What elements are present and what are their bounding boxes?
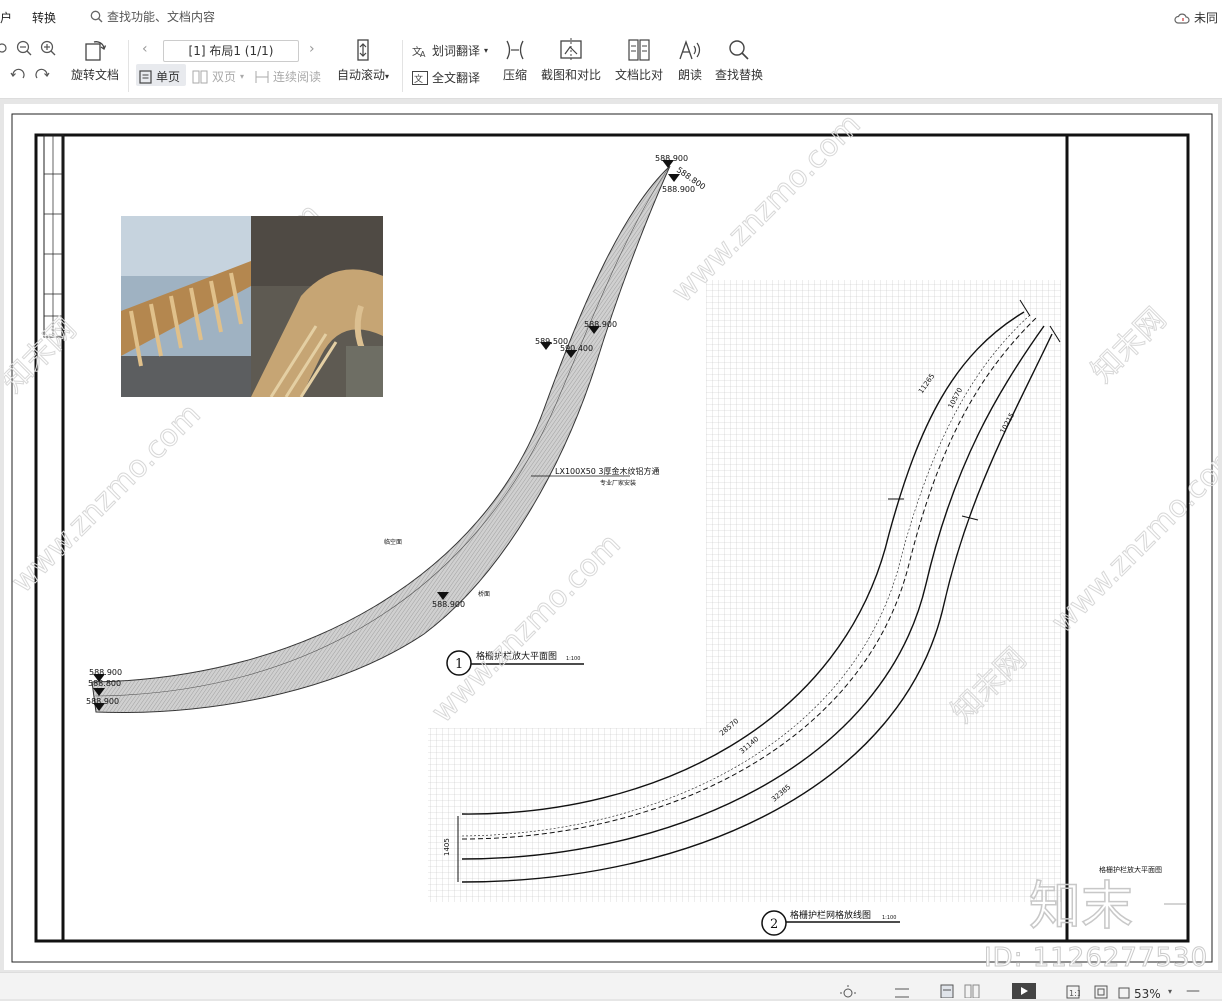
- feature-search[interactable]: 查找功能、文档内容: [90, 8, 215, 25]
- auto-scroll-label: 自动滚动: [336, 68, 385, 82]
- single-page-icon: [139, 69, 152, 84]
- full-translate-label: 全文翻译: [432, 71, 481, 85]
- rotate-right-icon[interactable]: [34, 68, 50, 82]
- rotate-document-label: 旋转文档: [70, 68, 119, 82]
- document-canvas[interactable]: 588.900 588.800 588.900 589.500 590.400 …: [4, 104, 1218, 970]
- fit-page-icon[interactable]: [1094, 985, 1108, 999]
- read-aloud-button[interactable]: 朗读: [675, 38, 705, 83]
- callout-subtext: 专业厂家安装: [600, 479, 636, 487]
- zoom-out-icon[interactable]: [16, 40, 34, 58]
- titleblock-name: 格栅护栏放大平面图: [1099, 865, 1162, 874]
- elev-left-1: 588.900: [89, 668, 122, 677]
- cloud-icon: [1174, 13, 1190, 24]
- revision-table: [43, 134, 64, 338]
- word-translate-label: 划词翻译: [432, 44, 481, 58]
- find-replace-label: 查找替换: [714, 68, 763, 82]
- compress-button[interactable]: 压缩: [500, 38, 530, 83]
- ribbon-toolbar: 旋转文档 ‹ [1] 布局1 (1/1) › 单页 双页 ▾ 连续阅读 自动滚动▾…: [0, 32, 1222, 99]
- page-layout-icon[interactable]: [894, 987, 910, 999]
- compress-icon: [506, 40, 524, 60]
- dim-1405: 1405: [443, 838, 451, 856]
- find-replace-icon: [729, 40, 749, 60]
- svg-text:www.znzmo.com: www.znzmo.com: [665, 107, 868, 310]
- zoom-out-left-icon[interactable]: [0, 42, 12, 56]
- prev-page-chevron-icon[interactable]: ‹: [142, 41, 148, 57]
- reference-photo: [121, 216, 383, 397]
- svg-text:www.znzmo.com: www.znzmo.com: [1045, 437, 1218, 640]
- continuous-read-icon: [255, 70, 269, 83]
- search-placeholder: 查找功能、文档内容: [107, 10, 216, 24]
- cloud-status-label: 未同: [1193, 11, 1218, 25]
- toolbar-divider: [402, 40, 403, 92]
- elev-mid-3: 588.900: [584, 320, 617, 329]
- play-slideshow-icon[interactable]: [1012, 983, 1036, 999]
- doc-compare-button[interactable]: 文档比对: [613, 38, 665, 83]
- title2-number: 2: [770, 917, 778, 932]
- svg-text:1:1: 1:1: [1069, 989, 1080, 998]
- zoom-dropdown-chevron-icon[interactable]: ▾: [1168, 987, 1172, 996]
- read-aloud-icon: [679, 40, 701, 60]
- brightness-icon[interactable]: [840, 985, 858, 999]
- menu-tab-fragment[interactable]: 户: [0, 9, 12, 26]
- rotate-document-icon: [85, 41, 107, 61]
- find-replace-button[interactable]: 查找替换: [714, 38, 764, 83]
- top-menu-bar: 户 转换 查找功能、文档内容 未同: [0, 0, 1222, 32]
- zoom-level[interactable]: 53%: [1134, 987, 1161, 1001]
- rotate-left-icon[interactable]: [10, 68, 26, 82]
- search-icon: [90, 10, 103, 23]
- title1-scale: 1:100: [566, 656, 580, 662]
- callout-text: LX100X50 3厚金木纹铝方通: [555, 466, 660, 476]
- page-indicator[interactable]: [1] 布局1 (1/1): [163, 40, 299, 62]
- auto-scroll-button[interactable]: 自动滚动▾: [334, 38, 392, 83]
- zoom-out-minus-icon[interactable]: —: [1186, 983, 1200, 999]
- double-page-button[interactable]: 双页 ▾: [192, 68, 244, 85]
- double-page-icon: [192, 70, 208, 83]
- svg-text:A: A: [420, 50, 426, 58]
- double-page-label: 双页: [212, 70, 237, 84]
- grid-region-upper: [706, 280, 1061, 902]
- svg-text:文: 文: [414, 73, 423, 85]
- screenshot-icon: [560, 38, 582, 62]
- translate-icon: 文A: [412, 45, 426, 58]
- single-page-label: 单页: [156, 70, 181, 84]
- doc-compare-label: 文档比对: [614, 68, 663, 82]
- auto-scroll-icon: [357, 39, 369, 61]
- toolbar-divider: [128, 40, 129, 92]
- single-view-icon[interactable]: [940, 984, 954, 998]
- label-deck: 桥面: [478, 590, 490, 598]
- svg-text:知末网: 知末网: [1085, 301, 1173, 389]
- full-translate-icon: 文: [412, 70, 428, 85]
- rotate-document-button[interactable]: 旋转文档: [70, 38, 120, 83]
- zoom-page-icon: [1118, 987, 1130, 999]
- elev-left-3: 588.900: [86, 697, 119, 706]
- elev-top-3: 588.900: [662, 185, 695, 194]
- cloud-sync-status[interactable]: 未同: [1174, 9, 1218, 26]
- word-translate-button[interactable]: 文A 划词翻译 ▾: [412, 42, 488, 59]
- compress-label: 压缩: [502, 68, 527, 82]
- next-page-chevron-icon[interactable]: ›: [309, 41, 315, 57]
- elev-top-1: 588.900: [655, 154, 688, 163]
- title2-text: 格栅护栏网格放线图: [790, 909, 871, 921]
- single-page-button[interactable]: 单页: [139, 68, 180, 85]
- continuous-read-label: 连续阅读: [273, 70, 322, 84]
- znzmo-logo: 知末: [1029, 877, 1133, 937]
- title2-scale: 1:100: [882, 915, 896, 921]
- full-translate-button[interactable]: 文 全文翻译: [412, 69, 480, 86]
- elev-low: 588.900: [432, 600, 465, 609]
- elev-mid-2: 590.400: [560, 344, 593, 353]
- menu-tab-convert[interactable]: 转换: [32, 9, 56, 26]
- label-edge: 临空面: [384, 538, 402, 546]
- doc-compare-icon: [628, 39, 650, 61]
- screenshot-compare-label: 截图和对比: [540, 68, 601, 82]
- grid-region-lower: [428, 728, 706, 902]
- zoom-in-icon[interactable]: [40, 40, 58, 58]
- dual-view-icon[interactable]: [964, 984, 980, 998]
- actual-size-icon[interactable]: 1:1: [1066, 985, 1080, 999]
- elev-left-2: 588.800: [88, 679, 121, 688]
- continuous-read-button[interactable]: 连续阅读: [255, 68, 321, 85]
- status-bar: 1:1 53% ▾ —: [0, 972, 1222, 1001]
- read-aloud-label: 朗读: [677, 68, 702, 82]
- image-id-watermark: ID: 1126277530: [983, 943, 1209, 974]
- screenshot-compare-button[interactable]: 截图和对比: [540, 38, 602, 83]
